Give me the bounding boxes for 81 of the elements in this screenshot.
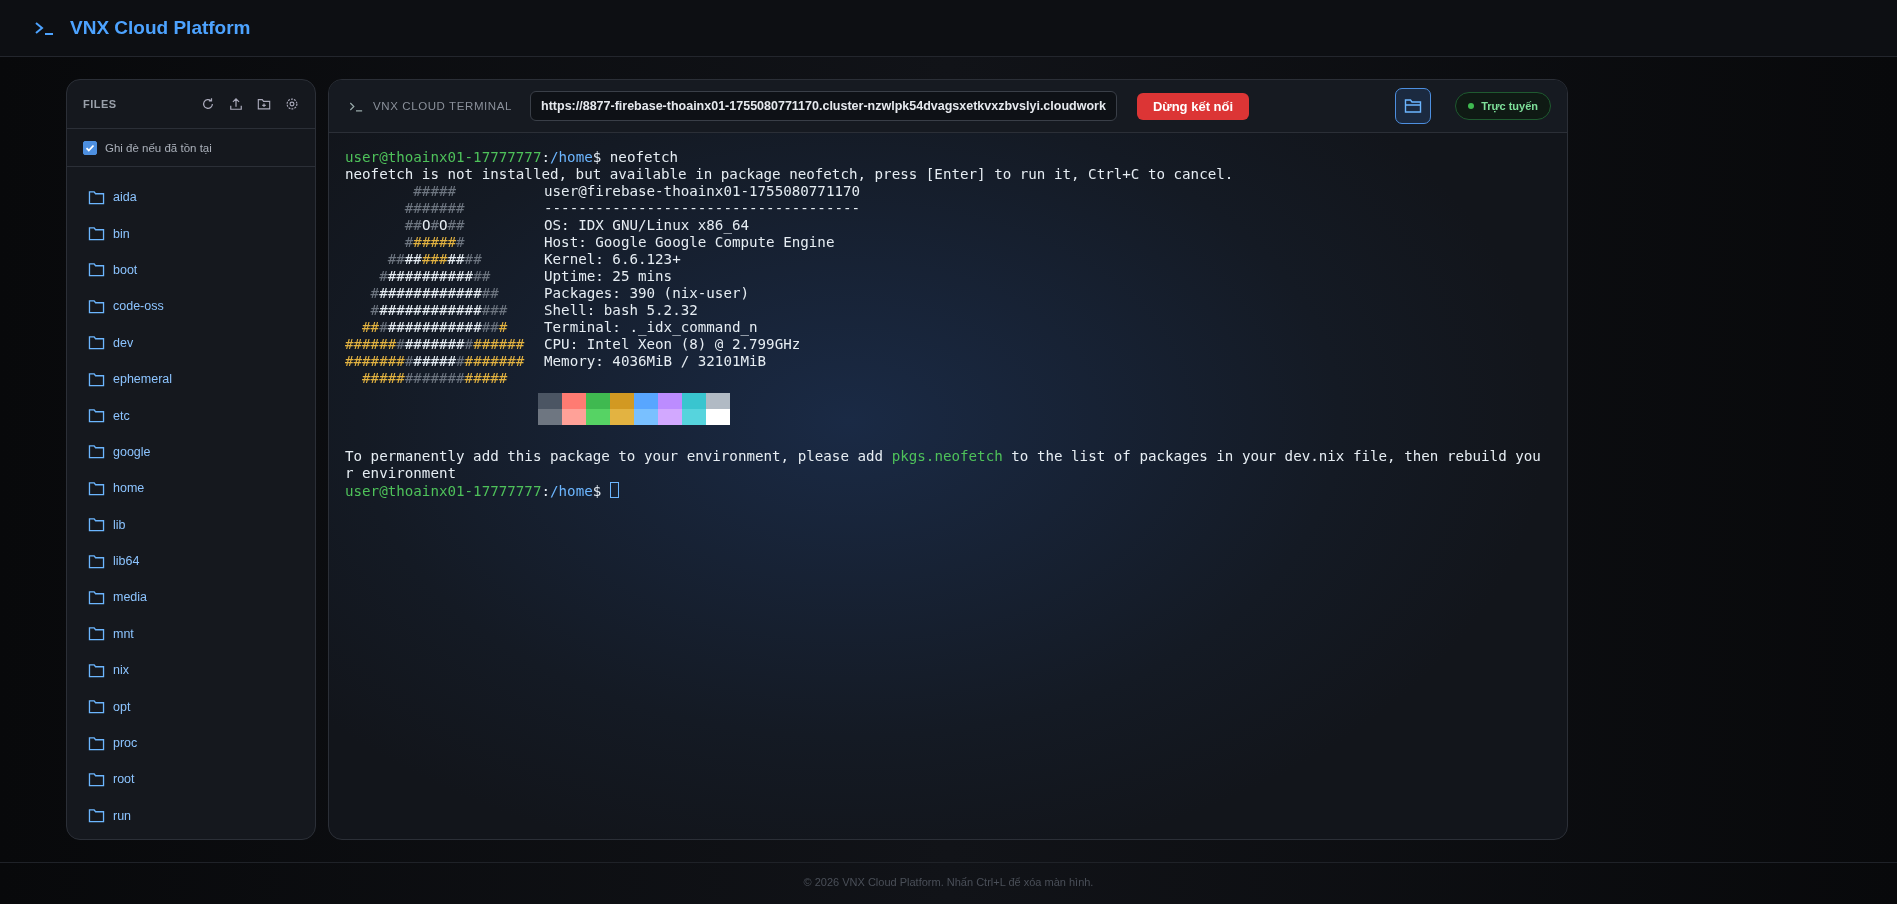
folder-name[interactable]: bin xyxy=(113,226,130,241)
status-badge: Trực tuyến xyxy=(1455,92,1551,120)
folder-name[interactable]: home xyxy=(113,481,145,496)
folder-icon xyxy=(88,371,105,387)
system-info-line: Terminal: ._idx_command_n xyxy=(544,319,758,336)
folder-icon xyxy=(88,735,105,751)
new-folder-icon[interactable] xyxy=(257,97,271,111)
folder-name[interactable]: lib64 xyxy=(113,554,140,569)
folder-name[interactable]: google xyxy=(113,444,151,459)
ascii-art-line: ################# xyxy=(361,319,509,336)
ascii-art-line: ##O#O## xyxy=(403,217,466,234)
folder-name[interactable]: dev xyxy=(113,335,134,350)
overwrite-checkbox[interactable] xyxy=(83,140,97,155)
checkbox-label: Ghi đè nếu đã tồn tại xyxy=(105,141,212,154)
folder-name[interactable]: media xyxy=(113,590,148,605)
system-info-line: Packages: 390 (nix-user) xyxy=(544,285,749,302)
folder-name[interactable]: nix xyxy=(113,663,129,678)
ascii-art-line: ################# xyxy=(361,370,509,387)
folder-icon xyxy=(88,590,105,605)
folder-name[interactable]: opt xyxy=(113,699,131,714)
system-info-line: Shell: bash 5.2.32 xyxy=(544,302,698,319)
ascii-art-line: ############### xyxy=(369,285,500,302)
terminal-line: user@thoainx01-17777777:/home$ neofetch xyxy=(345,149,680,166)
url-field[interactable]: https://8877-firebase-thoainx01-1755080771170.cluster-nzwlpk54dvagsxetkvxzbvslyi.cloudwork xyxy=(530,91,1117,121)
folder-icon xyxy=(88,298,105,314)
ascii-art-line: ##### xyxy=(412,183,458,200)
system-info-line: Kernel: 6.6.123+ xyxy=(544,251,681,268)
folder-name[interactable]: mnt xyxy=(113,626,134,641)
refresh-icon[interactable] xyxy=(201,97,215,111)
folder-icon xyxy=(1404,98,1423,114)
file-browser-button[interactable] xyxy=(1395,88,1432,124)
system-info-line: ------------------------------------- xyxy=(544,200,861,217)
folder-icon xyxy=(88,335,105,351)
folder-name[interactable]: code-oss xyxy=(113,299,164,314)
ascii-art-line: ############# xyxy=(378,268,492,285)
system-info-line: Uptime: 25 mins xyxy=(544,268,673,285)
settings-icon[interactable] xyxy=(285,97,299,111)
terminal-line: user@thoainx01-17777777:/home$ xyxy=(345,482,1551,500)
folder-icon xyxy=(88,699,105,715)
folder-icon xyxy=(88,262,105,278)
folder-name[interactable]: etc xyxy=(113,408,130,423)
folder-icon xyxy=(88,771,105,787)
folder-icon xyxy=(88,553,105,569)
terminal-line: To permanently add this package to your environment, please add pkgs.neofetch to the list of packages in your dev.nix file, then rebuild you xyxy=(345,448,1542,465)
system-info-line: user@firebase-thoainx01-1755080771170 xyxy=(544,183,861,200)
ascii-art-line: ####### xyxy=(403,200,466,217)
folder-name[interactable]: aida xyxy=(113,190,137,205)
terminal-line: neofetch is not installed, but available in package neofetch, press [Enter] to run it, Ctrl+C to cancel. xyxy=(345,166,1235,183)
ascii-art-line: ################ xyxy=(369,302,509,319)
ascii-art-line: ##################### xyxy=(345,336,526,353)
folder-icon xyxy=(88,626,105,642)
panel-title: FILES xyxy=(83,98,117,110)
ascii-art-line: ########### xyxy=(386,251,483,268)
folder-icon xyxy=(88,189,105,205)
folder-name[interactable]: lib xyxy=(113,517,126,532)
system-info-line: OS: IDX GNU/Linux x86_64 xyxy=(544,217,749,234)
folder-name[interactable]: boot xyxy=(113,262,138,277)
folder-icon xyxy=(88,226,105,242)
terminal-prompt-icon xyxy=(349,100,363,112)
folder-icon xyxy=(88,662,105,678)
system-info-line: CPU: Intel Xeon (8) @ 2.799GHz xyxy=(544,336,801,353)
terminal-prompt-icon xyxy=(34,21,54,35)
terminal-line: r environment xyxy=(345,465,458,482)
folder-name[interactable]: root xyxy=(113,772,135,787)
app-title: VNX Cloud Platform xyxy=(70,17,251,39)
folder-icon xyxy=(88,444,105,460)
system-info-line: Memory: 4036MiB / 32101MiB xyxy=(544,353,767,370)
folder-name[interactable]: run xyxy=(113,808,132,823)
ascii-art-line: ##################### xyxy=(345,353,526,370)
terminal-title: VNX CLOUD TERMINAL xyxy=(373,100,513,112)
folder-icon xyxy=(88,408,105,424)
folder-name[interactable]: proc xyxy=(113,736,138,751)
folder-name[interactable]: ephemeral xyxy=(113,372,173,387)
footer-text: © 2026 VNX Cloud Platform. Nhấn Ctrl+L để xóa màn hình. xyxy=(803,876,1094,888)
upload-icon[interactable] xyxy=(229,97,243,111)
folder-icon xyxy=(88,480,105,496)
ascii-art-line: ####### xyxy=(403,234,466,251)
disconnect-button[interactable]: Dừng kết nối xyxy=(1136,92,1250,120)
folder-icon xyxy=(88,808,105,824)
system-info-line: Host: Google Google Compute Engine xyxy=(544,234,835,251)
folder-icon xyxy=(88,517,105,533)
